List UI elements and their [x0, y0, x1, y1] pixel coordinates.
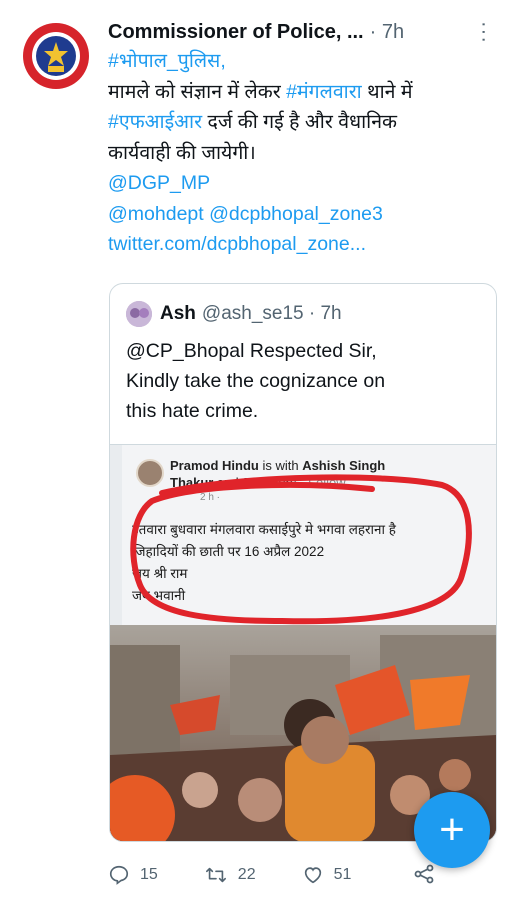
tweet-text: कार्यवाही की जायेगी।	[108, 141, 256, 164]
tweet-time[interactable]: · 7h	[370, 21, 404, 44]
tweet-link[interactable]: @DGP_MP	[108, 172, 210, 194]
reply-icon	[109, 865, 129, 885]
tweet-link[interactable]: #भोपाल_पुलिस,	[108, 50, 226, 72]
tweet-text: थाने में	[361, 80, 413, 103]
retweet-count: 22	[237, 866, 256, 883]
reply-button[interactable]: 15	[108, 864, 158, 886]
author-name[interactable]: Commissioner of Police, ...	[108, 21, 364, 44]
share-icon[interactable]	[412, 862, 436, 886]
quoted-image[interactable]: Pramod Hindu is with Ashish Singh Thakur…	[110, 444, 496, 841]
quoted-author-avatar[interactable]	[126, 301, 152, 327]
heart-icon	[304, 867, 321, 884]
avatar-image-icon	[126, 301, 152, 327]
police-emblem-icon	[18, 18, 94, 94]
like-button[interactable]: 51	[302, 864, 352, 886]
tweet-header: Commissioner of Police, ... · 7h ···	[108, 16, 503, 48]
author-avatar[interactable]	[18, 18, 94, 94]
red-marker-circle	[130, 474, 472, 625]
tweet-link[interactable]: #एफआईआर	[108, 111, 202, 133]
tweet-body-line: #एफआईआर दर्ज की गई है और वैधानिक	[108, 107, 508, 138]
quoted-author-handle: @ash_se15 · 7h	[201, 303, 342, 324]
tweet-body-line: @DGP_MP	[108, 168, 508, 199]
quoted-tweet-header: Ash @ash_se15 · 7h	[126, 300, 488, 328]
tweet-body: #भोपाल_पुलिस, मामले को संज्ञान में लेकर #…	[108, 46, 508, 260]
tweet-body-line: मामले को संज्ञान में लेकर #मंगलवारा थाने…	[108, 77, 508, 108]
facebook-post-screenshot: Pramod Hindu is with Ashish Singh Thakur…	[122, 445, 496, 625]
quoted-text-line: this hate crime.	[126, 400, 259, 422]
compose-tweet-button[interactable]: +	[414, 792, 490, 868]
quoted-text-line: @CP_Bhopal Respected Sir,	[126, 340, 377, 362]
retweet-icon	[205, 867, 226, 883]
tweet-body-line: कार्यवाही की जायेगी।	[108, 138, 508, 169]
reply-count: 15	[140, 866, 158, 883]
tweet-body-line: #भोपाल_पुलिस,	[108, 46, 508, 77]
quoted-tweet-text: @CP_Bhopal Respected Sir, Kindly take th…	[126, 336, 486, 426]
quoted-text-line: Kindly take the cognizance on	[126, 370, 386, 392]
tweet-link[interactable]: #मंगलवारा	[286, 81, 362, 103]
tweet-link[interactable]: @mohdept @dcpbhopal_zone3	[108, 203, 383, 225]
tweet-link[interactable]: twitter.com/dcpbhopal_zone...	[108, 233, 366, 255]
tweet-body-line: @mohdept @dcpbhopal_zone3	[108, 199, 508, 230]
tweet-text: दर्ज की गई है और वैधानिक	[202, 111, 398, 133]
more-options-icon[interactable]: ···	[472, 21, 495, 44]
tweet-body-line: twitter.com/dcpbhopal_zone...	[108, 229, 508, 260]
top-edge	[0, 0, 513, 6]
retweet-button[interactable]: 22	[204, 864, 256, 886]
like-count: 51	[333, 866, 352, 883]
quoted-tweet[interactable]: Ash @ash_se15 · 7h @CP_Bhopal Respected …	[109, 283, 497, 842]
tweet-text: मामले को संज्ञान में लेकर	[108, 80, 287, 103]
quoted-author-name: Ash	[160, 303, 196, 324]
